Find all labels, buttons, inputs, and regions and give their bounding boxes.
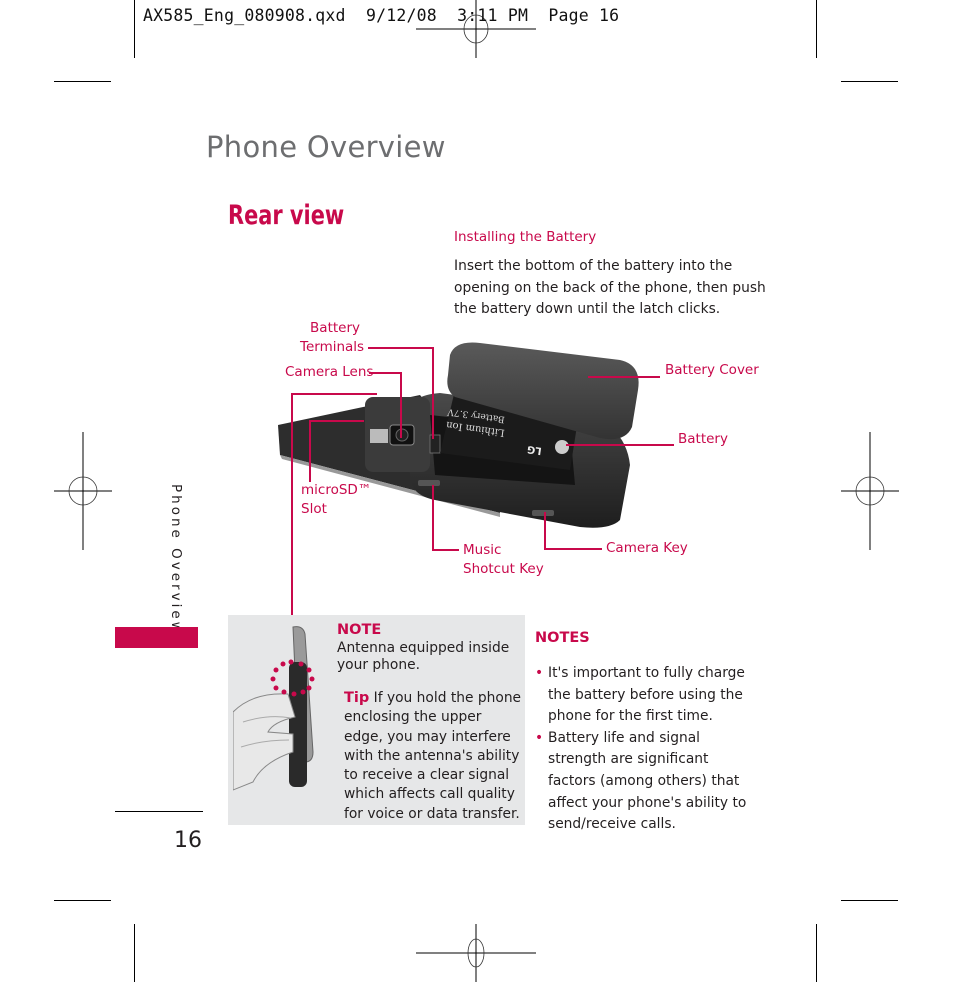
callout-camera-key: Camera Key [606, 540, 688, 556]
callout-battery: Battery [678, 431, 728, 447]
crop-mark [54, 81, 111, 82]
side-tab-marker [115, 627, 198, 648]
camera-key [532, 510, 554, 516]
notes-item-text: Battery life and signal strength are sig… [548, 729, 747, 833]
callout-battery-cover: Battery Cover [665, 362, 759, 378]
section-title: Rear view [228, 200, 345, 231]
callout-text: microSD™ [301, 482, 372, 498]
battery-brand: LG [526, 443, 542, 456]
note-heading: NOTE [337, 622, 382, 638]
page-title: Phone Overview [206, 130, 446, 164]
notes-list: • It's important to fully charge the batt… [535, 663, 760, 836]
crop-mark [841, 900, 898, 901]
crop-mark [841, 81, 898, 82]
side-tab-label: Phone Overview [168, 484, 184, 636]
tip-label: Tip [344, 690, 370, 706]
file-slug: AX585_Eng_080908.qxd 9/12/08 3:11 PM Pag… [143, 6, 620, 25]
callout-microsd-slot: microSD™ Slot [301, 481, 371, 519]
crop-mark [816, 924, 817, 982]
registration-mark-bottom [416, 924, 536, 982]
callout-text: Music [463, 542, 502, 558]
callout-music-shortcut-key: Music Shotcut Key [463, 541, 544, 579]
hand-holding-phone-image [233, 626, 315, 791]
notes-item: • Battery life and signal strength are si… [535, 729, 747, 833]
crop-mark [134, 0, 135, 58]
notes-item: • It's important to fully charge the batt… [535, 665, 745, 725]
callout-battery-terminals: Battery Terminals [300, 319, 365, 357]
callout-camera-lens: Camera Lens [285, 364, 374, 380]
notes-heading: NOTES [535, 630, 590, 646]
crop-mark [816, 0, 817, 58]
page-number: 16 [174, 828, 202, 853]
tip-paragraph: Tip If you hold the phone enclosing the … [344, 689, 524, 824]
crop-mark [54, 900, 111, 901]
registration-mark-left [54, 432, 112, 550]
tip-text: If you hold the phone enclosing the uppe… [344, 690, 522, 822]
music-key [418, 480, 440, 486]
callout-text: Battery [310, 320, 360, 336]
note-text: Antenna equipped inside your phone. [337, 640, 510, 673]
installing-heading: Installing the Battery [454, 229, 597, 245]
flash [370, 429, 388, 443]
page-rule [115, 811, 203, 812]
callout-text: Slot [301, 501, 327, 517]
registration-mark-right [841, 432, 899, 550]
notes-item-text: It's important to fully charge the batte… [548, 665, 745, 725]
crop-mark [134, 924, 135, 982]
callout-text: Terminals [300, 339, 365, 355]
installing-body: Insert the bottom of the battery into th… [454, 258, 766, 317]
callout-text: Shotcut Key [463, 561, 544, 577]
